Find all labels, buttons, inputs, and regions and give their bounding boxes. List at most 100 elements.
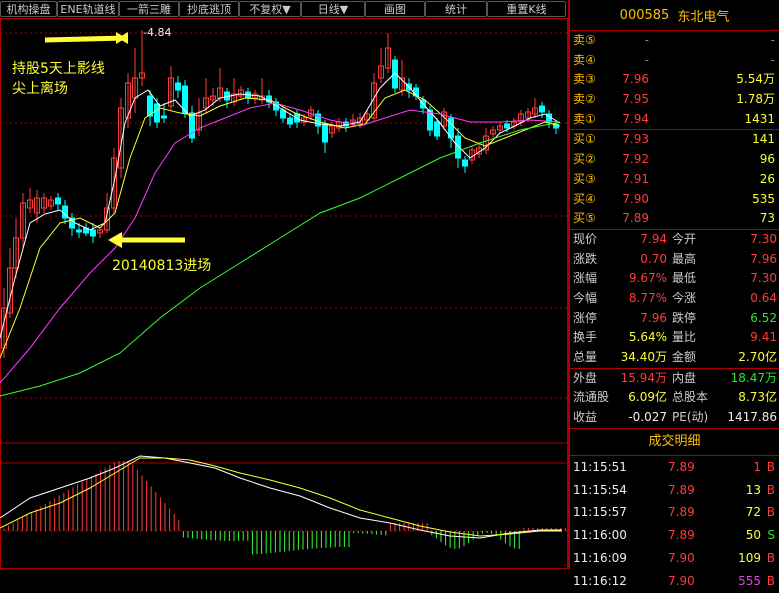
trade-price: 7.90 bbox=[668, 573, 695, 588]
quote-label: 内盘 bbox=[672, 370, 697, 385]
bid-row[interactable]: 买④ 7.90 535 bbox=[570, 190, 779, 210]
candle-body bbox=[175, 82, 181, 91]
quote-label: 涨跌 bbox=[573, 251, 598, 266]
ma10-line bbox=[0, 89, 561, 359]
trade-time: 11:15:51 bbox=[573, 459, 627, 474]
candle-body bbox=[322, 123, 328, 143]
quote-label: 最低 bbox=[672, 271, 697, 286]
trade-side: B bbox=[766, 550, 775, 565]
ask-row[interactable]: 卖③ 7.96 5.54万 bbox=[570, 70, 779, 90]
ask-volume: 1.78万 bbox=[736, 92, 775, 107]
ma60-line bbox=[0, 121, 561, 397]
toolbar-button-5[interactable]: 不复权▼ bbox=[239, 1, 301, 17]
bid-row[interactable]: 买③ 7.91 26 bbox=[570, 170, 779, 190]
toolbar-button-9[interactable]: 重置K线 bbox=[487, 1, 566, 17]
trade-side: B bbox=[766, 459, 775, 474]
bid-volume: 535 bbox=[752, 191, 775, 206]
trade-row: 11:15:57 7.89 72 B bbox=[570, 501, 779, 524]
quote-value: 7.30 bbox=[750, 231, 777, 246]
exit-arrow-tip bbox=[118, 32, 128, 44]
quote-value: 5.64% bbox=[628, 330, 667, 345]
ask-row[interactable]: 卖② 7.95 1.78万 bbox=[570, 90, 779, 110]
trade-volume: 50 bbox=[745, 528, 761, 543]
bid-row[interactable]: 买⑤ 7.89 73 bbox=[570, 209, 779, 229]
bid-price: 7.91 bbox=[622, 171, 649, 186]
bid-price: 7.89 bbox=[622, 211, 649, 226]
toolbar-button-4[interactable]: 抄底逃顶 bbox=[179, 1, 239, 17]
quote-row: 涨停 7.96 跌停 6.52 bbox=[570, 309, 779, 329]
quote-panel: 000585 东北电气 卖⑤ - - 卖④ - - 卖③ 7.96 5.54万 卖② 7.95 1.7… bbox=[568, 0, 779, 588]
trade-row: 11:16:12 7.90 555 B bbox=[570, 570, 779, 593]
quote-value: 6.52 bbox=[750, 310, 777, 325]
bid-row[interactable]: 买② 7.92 96 bbox=[570, 150, 779, 170]
stock-name: 东北电气 bbox=[677, 9, 730, 25]
dea-line bbox=[0, 457, 562, 537]
stock-header[interactable]: 000585 东北电气 bbox=[570, 0, 779, 31]
trade-time: 11:16:09 bbox=[573, 550, 627, 565]
quote-value: 34.40万 bbox=[620, 350, 667, 364]
quote-row: 现价 7.94 今开 7.30 bbox=[570, 230, 779, 250]
bid-price: 7.92 bbox=[622, 152, 649, 167]
bid-price: 7.93 bbox=[622, 132, 649, 147]
candle-body bbox=[55, 197, 61, 205]
ask-book: 卖⑤ - - 卖④ - - 卖③ 7.96 5.54万 卖② 7.95 1.78万 卖① 7.94 1431 bbox=[570, 31, 779, 129]
toolbar-button-7[interactable]: 画图 bbox=[365, 1, 425, 17]
toolbar-button-2[interactable]: ENE轨道线 bbox=[57, 1, 119, 17]
candle-body bbox=[287, 117, 293, 125]
bid-label: 买⑤ bbox=[573, 211, 596, 226]
exit-arrow-shaft bbox=[44, 35, 127, 43]
ask-price: 7.95 bbox=[622, 92, 649, 107]
ask-label: 卖③ bbox=[573, 72, 596, 87]
quote-row: 流通股 6.09亿 总股本 8.73亿 bbox=[570, 388, 779, 408]
ask-row[interactable]: 卖① 7.94 1431 bbox=[570, 110, 779, 130]
quote-label: 总量 bbox=[573, 350, 598, 364]
quote-row: 今幅 8.77% 今涨 0.64 bbox=[570, 289, 779, 309]
toolbar-button-3[interactable]: 一箭三雕 bbox=[119, 1, 179, 17]
toolbar-button-1[interactable]: 机构操盘 bbox=[0, 1, 57, 17]
quote-label: 量比 bbox=[672, 330, 697, 345]
candle-body bbox=[539, 105, 545, 113]
ask-volume: - bbox=[770, 33, 775, 47]
trade-volume: 72 bbox=[745, 505, 761, 520]
quote-row: 涨跌 0.70 最高 7.96 bbox=[570, 250, 779, 270]
quote-value: 9.67% bbox=[628, 271, 667, 286]
bid-row[interactable]: 买① 7.93 141 bbox=[570, 130, 779, 150]
candle-body bbox=[76, 229, 82, 233]
ask-price: - bbox=[644, 52, 649, 67]
quote-table: 现价 7.94 今开 7.30 涨跌 0.70 最高 7.96 涨幅 9.67% 最低 7.30 今幅 8… bbox=[570, 230, 779, 428]
trade-volume: 13 bbox=[745, 482, 761, 497]
quote-value: 18.47万 bbox=[730, 370, 777, 385]
stock-code: 000585 bbox=[619, 7, 670, 23]
chart-frame bbox=[0, 18, 568, 569]
trade-time: 11:15:54 bbox=[573, 482, 627, 497]
quote-label: 今涨 bbox=[672, 290, 697, 305]
toolbar-button-8[interactable]: 统计 bbox=[425, 1, 487, 17]
ask-volume: 5.54万 bbox=[736, 72, 775, 87]
bid-label: 买② bbox=[573, 152, 596, 167]
ask-label: 卖① bbox=[573, 111, 596, 126]
quote-row: 涨幅 9.67% 最低 7.30 bbox=[570, 269, 779, 289]
quote-value: 9.41 bbox=[750, 330, 777, 345]
quote-value: 2.70亿 bbox=[738, 350, 777, 364]
kline-chart-area[interactable]: -4.84 持股5天上影线 尖上离场 20140813进场 bbox=[0, 18, 568, 569]
quote-row: 换手 5.64% 量比 9.41 bbox=[570, 328, 779, 348]
entry-note: 20140813进场 bbox=[112, 255, 211, 275]
bid-volume: 73 bbox=[759, 211, 775, 226]
chart-toolbar: 机构操盘 ENE轨道线 一箭三雕 抄底逃顶 不复权▼ 日线▼ 画图 统计 重置K线 bbox=[0, 0, 568, 18]
trade-detail-title[interactable]: 成交明细 bbox=[570, 427, 779, 456]
toolbar-button-6[interactable]: 日线▼ bbox=[301, 1, 365, 17]
candle-body bbox=[455, 135, 461, 159]
quote-value: 7.96 bbox=[750, 251, 777, 266]
bid-label: 买④ bbox=[573, 191, 596, 206]
candle-body bbox=[154, 103, 160, 123]
quote-label: 今幅 bbox=[573, 290, 598, 305]
ask-row[interactable]: 卖⑤ - - bbox=[570, 31, 779, 51]
ask-row[interactable]: 卖④ - - bbox=[570, 51, 779, 71]
bid-volume: 96 bbox=[759, 152, 775, 167]
trade-time: 11:16:12 bbox=[573, 573, 627, 588]
candle-body bbox=[434, 121, 440, 137]
trade-side: S bbox=[767, 528, 775, 543]
quote-row: 收益 -0.027 PE(动) 1417.86 bbox=[570, 408, 779, 428]
quote-label: PE(动) bbox=[672, 410, 709, 425]
quote-value: 7.94 bbox=[640, 231, 667, 246]
